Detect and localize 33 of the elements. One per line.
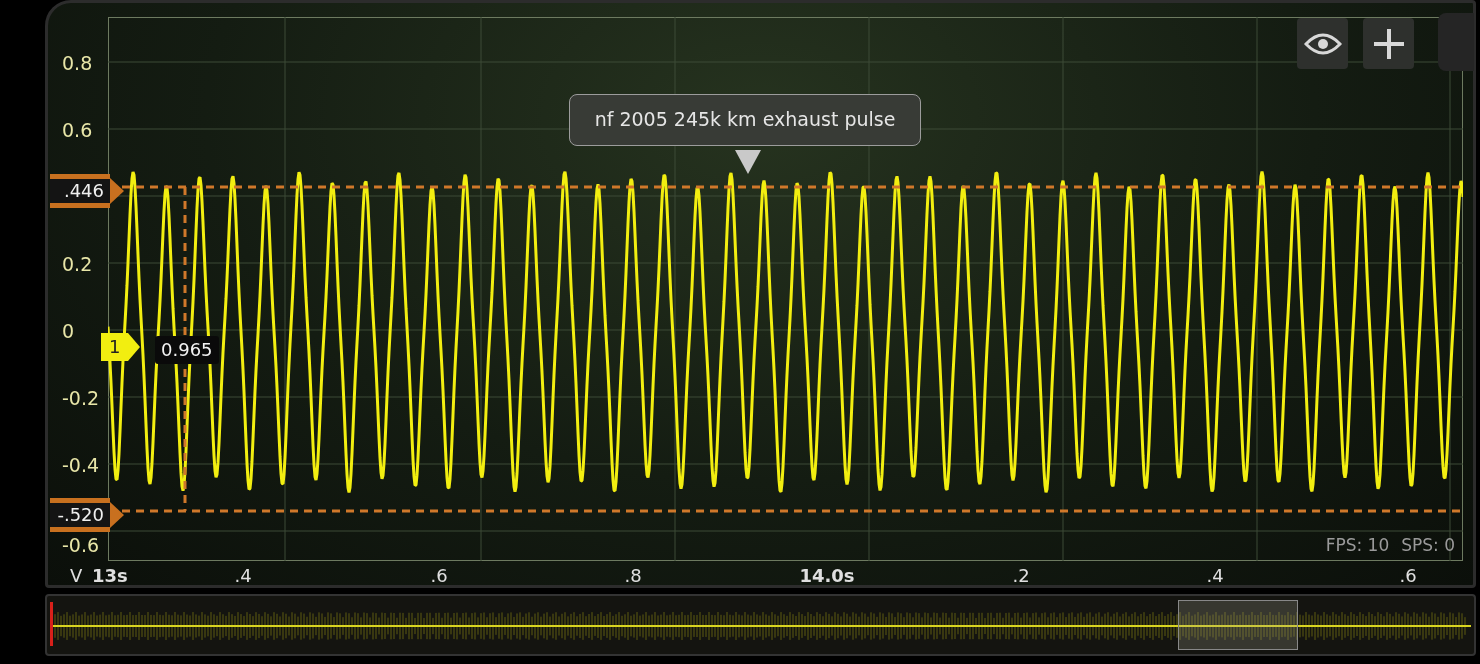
overview-strip[interactable] [45, 594, 1476, 656]
eye-icon [1303, 31, 1342, 56]
drawer-handle[interactable] [1438, 13, 1474, 71]
stat-text: SPS: 0 [1401, 534, 1455, 556]
axis-label: -0.4 [62, 454, 100, 476]
axis-label: .4 [234, 565, 252, 587]
axis-label: .2 [1012, 565, 1030, 587]
stat-text: FPS: 10 [1325, 534, 1390, 556]
trace-label: nf 2005 245k km exhaust pulse [569, 94, 921, 146]
axis-label: .8 [624, 565, 642, 587]
cursor-arrow-icon[interactable] [110, 178, 124, 204]
visibility-button[interactable] [1297, 18, 1348, 69]
cursor-marker[interactable]: .446 [50, 174, 110, 208]
axis-label: -0.2 [62, 387, 100, 409]
axis-label: 0 [62, 320, 75, 342]
cursor-arrow-icon[interactable] [110, 502, 124, 528]
axis-label: 0.2 [62, 253, 93, 275]
add-button[interactable] [1363, 18, 1414, 69]
cursor-marker[interactable]: -.520 [50, 498, 110, 532]
axis-label: .6 [1399, 565, 1417, 587]
axis-unit: V [70, 565, 83, 587]
axis-label: 14.0s [799, 565, 855, 587]
value-readout: 0.965 [155, 336, 219, 364]
axis-label: 0.8 [62, 52, 93, 74]
axis-label: .4 [1206, 565, 1224, 587]
view-window[interactable] [1178, 600, 1298, 650]
axis-label: 13s [92, 565, 128, 587]
axis-label: 0.6 [62, 119, 93, 141]
axis-label: .6 [430, 565, 448, 587]
pointer-icon [735, 150, 761, 174]
axis-label: -0.6 [62, 534, 100, 556]
plus-icon [1372, 27, 1405, 60]
channel-arrow-icon[interactable] [128, 333, 141, 361]
